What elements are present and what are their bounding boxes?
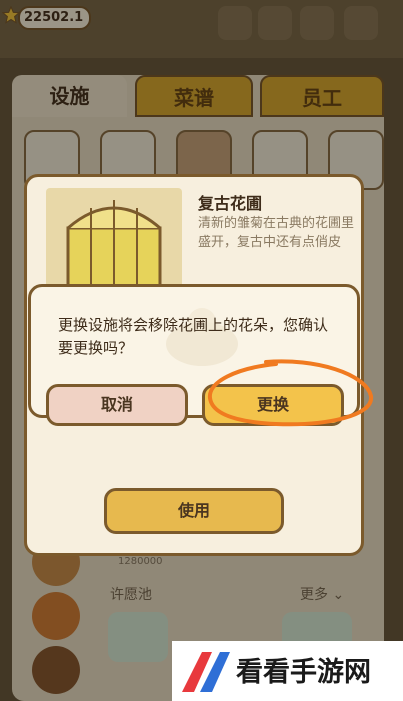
highlight-circle-icon bbox=[207, 359, 374, 427]
cancel-button[interactable]: 取消 bbox=[46, 384, 188, 426]
confirm-message: 更换设施将会移除花圃上的花朵，您确认要更换吗？ bbox=[58, 316, 329, 357]
facility-description: 清新的雏菊在古典的花圃里盛开，复古中还有点俏皮 bbox=[198, 216, 355, 250]
site-logo-icon bbox=[182, 652, 230, 692]
watermark-text: 看看手游网 bbox=[236, 657, 371, 688]
use-button[interactable]: 使用 bbox=[104, 488, 284, 534]
facility-title: 复古花圃 bbox=[198, 194, 263, 213]
